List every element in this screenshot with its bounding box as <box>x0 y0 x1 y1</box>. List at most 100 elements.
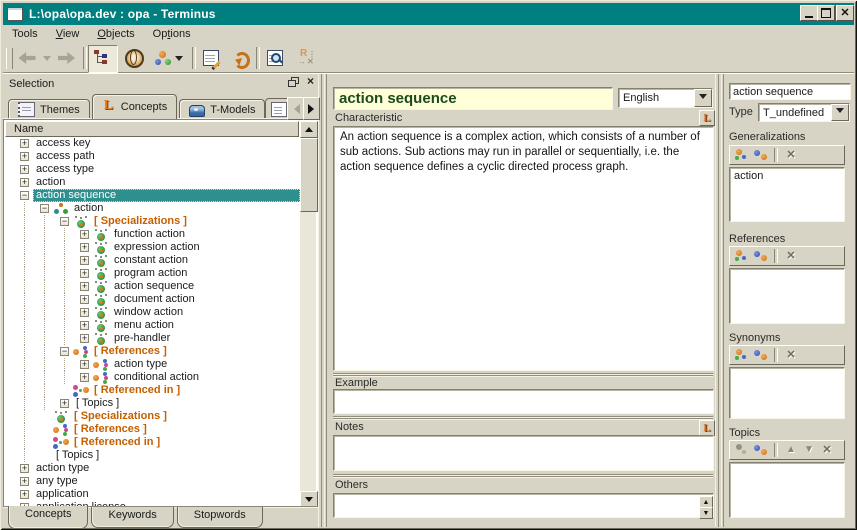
bottom-tab-stopwords[interactable]: Stopwords <box>177 507 263 528</box>
tree-item[interactable]: −[ Specializations ] <box>5 215 300 228</box>
find-object-button[interactable] <box>262 47 288 69</box>
topics-list[interactable] <box>729 462 845 518</box>
tree-item[interactable]: −action <box>5 202 300 215</box>
new-concept-icon[interactable] <box>752 249 770 263</box>
tree-item[interactable]: +pre-handler <box>5 332 300 345</box>
add-topic-icon[interactable] <box>734 443 752 457</box>
add-reference-icon[interactable] <box>734 249 752 263</box>
tree-item[interactable]: +function action <box>5 228 300 241</box>
tree-item[interactable]: +action <box>5 176 300 189</box>
language-combobox[interactable]: English <box>618 88 713 108</box>
tree-expander[interactable]: + <box>20 464 29 473</box>
scroll-up-button[interactable] <box>300 121 318 138</box>
column-header-name[interactable]: Name <box>5 121 299 137</box>
relations-button[interactable] <box>151 47 187 69</box>
tree-expander[interactable]: + <box>20 139 29 148</box>
tree-item[interactable]: +expression action <box>5 241 300 254</box>
references-list[interactable] <box>729 268 845 324</box>
tree-expander[interactable]: + <box>80 243 89 252</box>
tree-item[interactable]: +[ Topics ] <box>5 397 300 410</box>
delete-icon[interactable]: ✕ <box>818 443 836 457</box>
tab-concepts[interactable]: Concepts <box>92 94 177 119</box>
language-dropdown-button[interactable] <box>694 89 712 107</box>
tree-item[interactable]: +[ Topics ] <box>5 449 300 462</box>
tree-expander[interactable]: + <box>20 490 29 499</box>
characteristic-textarea[interactable]: An action sequence is a complex action, … <box>333 126 714 371</box>
tree-expander[interactable]: + <box>80 295 89 304</box>
tree-item[interactable]: +action type <box>5 358 300 371</box>
scrollbar-thumb[interactable] <box>300 138 318 212</box>
refresh-relations-button[interactable]: R⋮→✕ <box>292 47 322 69</box>
tree-expander[interactable]: + <box>80 360 89 369</box>
menu-objects[interactable]: Objects <box>88 26 143 42</box>
bottom-tab-concepts[interactable]: Concepts <box>8 506 88 529</box>
delete-icon[interactable]: ✕ <box>782 148 800 162</box>
tree-expander[interactable]: + <box>20 152 29 161</box>
menu-view[interactable]: View <box>47 26 89 42</box>
tree-expander[interactable]: − <box>60 217 69 226</box>
delete-icon[interactable]: ✕ <box>782 348 800 362</box>
tab-scroll-left-button[interactable] <box>287 97 304 120</box>
tree-expander[interactable]: + <box>20 477 29 486</box>
title-bar[interactable]: L:\opa\opa.dev : opa - Terminus <box>3 3 854 25</box>
tree-item[interactable]: +[ Specializations ] <box>5 410 300 423</box>
close-button[interactable]: ✕ <box>836 5 854 21</box>
tree-item[interactable]: +access key <box>5 137 300 150</box>
example-textarea[interactable] <box>333 389 714 414</box>
tree-expander[interactable]: − <box>20 191 29 200</box>
tab-t-models[interactable]: T-Models <box>179 99 265 119</box>
section-splitter[interactable] <box>333 416 713 421</box>
tree-item[interactable]: +[ Referenced in ] <box>5 384 300 397</box>
bottom-tab-keywords[interactable]: Keywords <box>91 507 173 528</box>
tree-item[interactable]: +access type <box>5 163 300 176</box>
forward-button[interactable] <box>53 47 79 69</box>
tree-expander[interactable]: + <box>80 230 89 239</box>
maximize-button[interactable] <box>817 5 835 21</box>
move-down-icon[interactable]: ▼ <box>800 443 818 457</box>
minimize-button[interactable] <box>800 5 818 21</box>
term-title-field[interactable]: action sequence <box>333 87 613 110</box>
characteristic-language-button[interactable] <box>699 110 715 126</box>
tree-item[interactable]: +constant action <box>5 254 300 267</box>
section-splitter[interactable] <box>333 474 713 479</box>
new-term-icon[interactable] <box>752 348 770 362</box>
new-concept-icon[interactable] <box>752 148 770 162</box>
others-textarea[interactable] <box>333 493 714 518</box>
notes-language-button[interactable] <box>699 420 715 436</box>
tree-expander[interactable]: + <box>60 399 69 408</box>
tree-item[interactable]: −[ References ] <box>5 345 300 358</box>
tree-item[interactable]: +menu action <box>5 319 300 332</box>
tree-expander[interactable]: + <box>20 178 29 187</box>
tree-expander[interactable]: + <box>80 321 89 330</box>
generalizations-list[interactable]: action <box>729 167 845 222</box>
section-splitter[interactable] <box>333 373 713 378</box>
tab-scroll-right-button[interactable] <box>303 97 320 120</box>
tree-expander[interactable]: + <box>80 256 89 265</box>
type-combobox[interactable]: T_undefined <box>758 103 850 122</box>
splitter-right[interactable] <box>715 74 724 527</box>
move-up-icon[interactable]: ▲ <box>782 443 800 457</box>
tree-expander[interactable]: + <box>80 269 89 278</box>
tree-expander[interactable]: + <box>80 334 89 343</box>
delete-icon[interactable]: ✕ <box>782 249 800 263</box>
tab-themes[interactable]: Themes <box>8 99 90 119</box>
notes-textarea[interactable] <box>333 435 714 471</box>
add-synonym-icon[interactable] <box>734 348 752 362</box>
toolbar-handle[interactable] <box>6 48 13 69</box>
tree-expander[interactable]: − <box>60 347 69 356</box>
tree-item[interactable]: +document action <box>5 293 300 306</box>
dock-close-button[interactable]: × <box>304 75 317 89</box>
tree-item[interactable]: +action type <box>5 462 300 475</box>
tree-expander[interactable]: + <box>80 308 89 317</box>
add-generalization-icon[interactable] <box>734 148 752 162</box>
revert-button[interactable] <box>226 47 252 69</box>
tree-item[interactable]: +window action <box>5 306 300 319</box>
tree-expander[interactable]: + <box>80 373 89 382</box>
tree-item[interactable]: +[ Referenced in ] <box>5 436 300 449</box>
tree-item[interactable]: −action sequence <box>5 189 300 202</box>
tree-item[interactable]: +any type <box>5 475 300 488</box>
type-dropdown-button[interactable] <box>831 104 849 121</box>
back-button[interactable] <box>14 47 40 69</box>
tree-scrollbar[interactable] <box>300 121 316 506</box>
concept-name-field[interactable]: action sequence <box>729 83 851 100</box>
